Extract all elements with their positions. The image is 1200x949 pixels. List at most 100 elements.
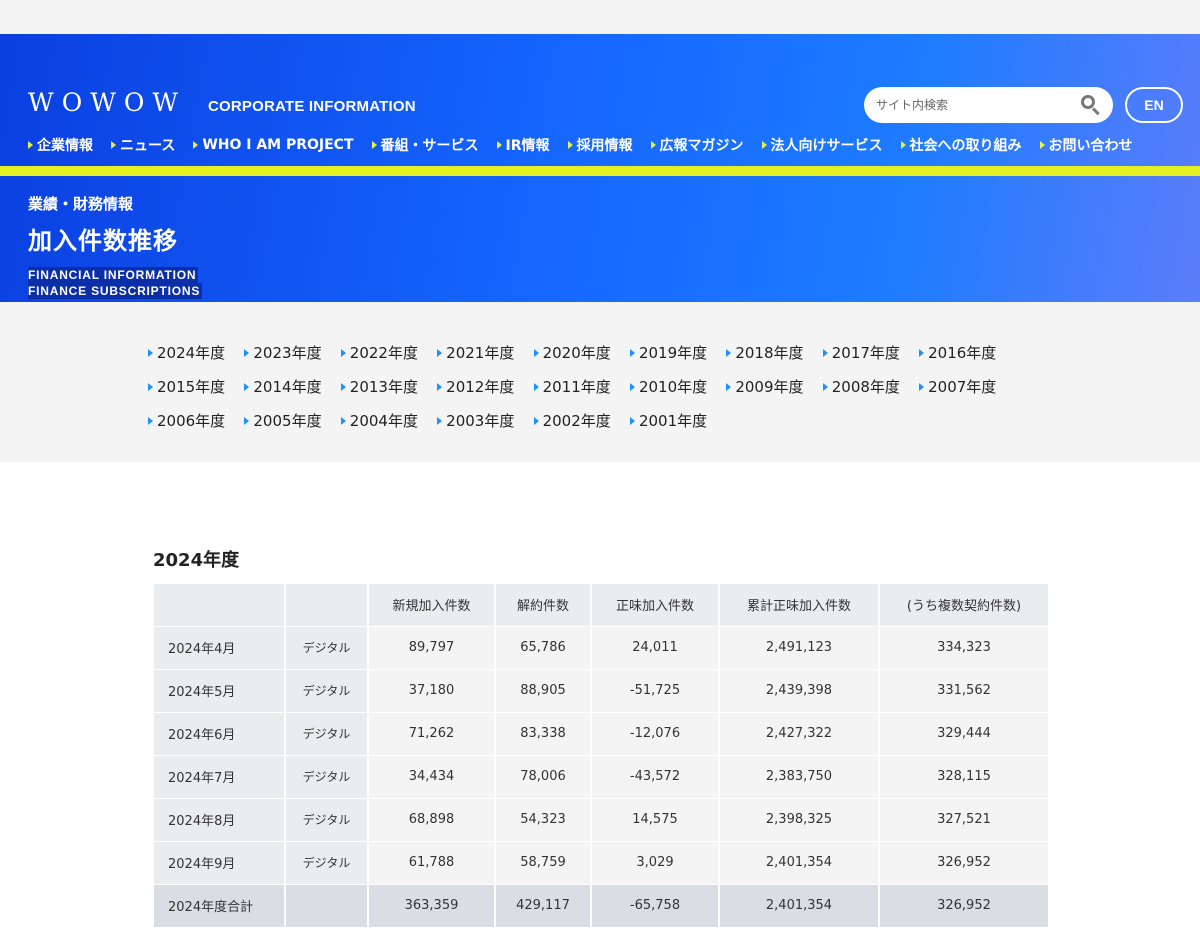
cell-multi: 328,115: [879, 754, 1050, 798]
arrow-icon: [822, 382, 828, 391]
nav-item-programs[interactable]: 番組・サービス: [371, 135, 479, 155]
nav-item-contact[interactable]: お問い合わせ: [1039, 135, 1133, 155]
arrow-icon: [111, 141, 116, 149]
arrow-icon: [244, 348, 250, 357]
year-link[interactable]: 2008年度: [822, 376, 919, 397]
nav-item-company[interactable]: 企業情報: [28, 135, 93, 155]
year-link[interactable]: 2001年度: [629, 410, 726, 431]
arrow-icon: [761, 141, 767, 149]
arrow-icon: [437, 348, 443, 357]
year-link[interactable]: 2022年度: [340, 342, 437, 363]
arrow-icon: [629, 416, 635, 425]
year-link[interactable]: 2013年度: [340, 376, 437, 397]
arrow-icon: [900, 141, 906, 149]
cell-multi: 327,521: [879, 797, 1050, 841]
cell-month: 2024年度合計: [154, 883, 286, 927]
nav-item-news[interactable]: ニュース: [111, 135, 175, 155]
cell-net: -43,572: [591, 754, 720, 798]
table-row: 2024年7月 デジタル 34,434 78,006 -43,572 2,383,750 3…: [154, 754, 1050, 798]
arrow-icon: [533, 382, 539, 391]
arrow-icon: [437, 416, 443, 425]
cell-net: -65,758: [591, 883, 720, 927]
cell-cancel: 65,786: [495, 625, 592, 669]
year-link[interactable]: 2010年度: [629, 376, 726, 397]
nav-item-business[interactable]: 法人向けサービス: [761, 135, 883, 155]
year-link-grid: 2024年度 2023年度 2022年度 2021年度 2020年度 2019年度 2018…: [148, 342, 1028, 431]
cell-month: 2024年5月: [154, 668, 286, 712]
header-new: 新規加入件数: [368, 584, 496, 626]
language-en-button[interactable]: EN: [1125, 87, 1183, 123]
year-link[interactable]: 2006年度: [148, 410, 244, 431]
year-link[interactable]: 2024年度: [148, 342, 244, 363]
arrow-icon: [726, 348, 732, 357]
year-link[interactable]: 2018年度: [726, 342, 822, 363]
cell-type: デジタル: [285, 711, 369, 755]
nav-item-social[interactable]: 社会への取り組み: [900, 135, 1022, 155]
table-total-row: 2024年度合計 363,359 429,117 -65,758 2,401,354 32…: [154, 883, 1050, 927]
cell-cancel: 78,006: [495, 754, 592, 798]
cell-new: 37,180: [368, 668, 496, 712]
year-link[interactable]: 2015年度: [148, 376, 244, 397]
wowow-logo[interactable]: WOWOW: [28, 88, 186, 117]
header-cancel: 解約件数: [495, 584, 592, 626]
arrow-icon: [340, 348, 346, 357]
cell-month: 2024年7月: [154, 754, 286, 798]
nav-item-recruit[interactable]: 採用情報: [567, 135, 633, 155]
arrow-icon: [148, 416, 153, 425]
cell-cum: 2,491,123: [719, 625, 880, 669]
arrow-icon: [371, 141, 377, 149]
corporate-information-label[interactable]: CORPORATE INFORMATION: [208, 98, 416, 115]
site-header: WOWOW CORPORATE INFORMATION EN 企業情報 ニュース…: [0, 34, 1200, 302]
arrow-icon: [533, 348, 539, 357]
page-subtitle-en-1: FINANCIAL INFORMATION: [28, 267, 199, 283]
arrow-icon: [726, 382, 732, 391]
breadcrumb[interactable]: 業績・財務情報: [28, 193, 133, 214]
cell-new: 34,434: [368, 754, 496, 798]
cell-cum: 2,401,354: [719, 883, 880, 927]
page-title: 加入件数推移: [28, 227, 178, 255]
year-link[interactable]: 2019年度: [629, 342, 726, 363]
year-link[interactable]: 2004年度: [340, 410, 437, 431]
top-strip: [0, 0, 1200, 34]
year-link[interactable]: 2021年度: [437, 342, 533, 363]
cell-cancel: 54,323: [495, 797, 592, 841]
table-header-row: 新規加入件数 解約件数 正味加入件数 累計正味加入件数 (うち複数契約件数): [154, 584, 1050, 626]
section-title: 2024年度: [153, 550, 240, 571]
header-blank-month: [154, 584, 286, 626]
cell-month: 2024年9月: [154, 840, 286, 884]
table-row: 2024年4月 デジタル 89,797 65,786 24,011 2,491,123 33…: [154, 625, 1050, 669]
cell-new: 363,359: [368, 883, 496, 927]
arrow-icon: [629, 382, 635, 391]
cell-multi: 331,562: [879, 668, 1050, 712]
cell-multi: 326,952: [879, 840, 1050, 884]
year-link[interactable]: 2007年度: [919, 376, 1015, 397]
year-link[interactable]: 2016年度: [919, 342, 1015, 363]
arrow-icon: [148, 348, 153, 357]
nav-item-who-i-am[interactable]: WHO I AM PROJECT: [193, 135, 354, 155]
arrow-icon: [629, 348, 635, 357]
cell-net: -12,076: [591, 711, 720, 755]
arrow-icon: [340, 416, 346, 425]
year-link[interactable]: 2017年度: [822, 342, 919, 363]
year-link[interactable]: 2012年度: [437, 376, 533, 397]
cell-type: デジタル: [285, 668, 369, 712]
year-link[interactable]: 2020年度: [533, 342, 630, 363]
nav-item-ir[interactable]: IR情報: [496, 135, 550, 155]
cell-cancel: 83,338: [495, 711, 592, 755]
year-navigation: 2024年度 2023年度 2022年度 2021年度 2020年度 2019年度 2018…: [0, 302, 1200, 462]
nav-item-pr-magazine[interactable]: 広報マガジン: [650, 135, 744, 155]
cell-type: デジタル: [285, 797, 369, 841]
search-box[interactable]: [864, 87, 1113, 123]
cell-cum: 2,427,322: [719, 711, 880, 755]
search-input[interactable]: [876, 98, 1079, 112]
year-link[interactable]: 2005年度: [244, 410, 340, 431]
cell-month: 2024年8月: [154, 797, 286, 841]
year-link[interactable]: 2011年度: [533, 376, 630, 397]
year-link[interactable]: 2002年度: [533, 410, 630, 431]
search-icon[interactable]: [1079, 94, 1101, 116]
header-multi: (うち複数契約件数): [879, 584, 1050, 626]
year-link[interactable]: 2009年度: [726, 376, 822, 397]
year-link[interactable]: 2003年度: [437, 410, 533, 431]
year-link[interactable]: 2014年度: [244, 376, 340, 397]
year-link[interactable]: 2023年度: [244, 342, 340, 363]
